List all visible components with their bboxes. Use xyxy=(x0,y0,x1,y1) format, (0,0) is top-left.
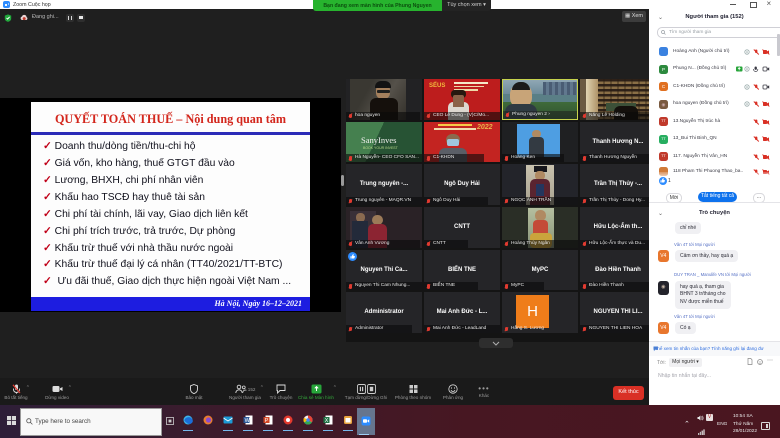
svg-text:P: P xyxy=(265,418,269,424)
svg-text:W: W xyxy=(245,418,251,424)
svg-text:X: X xyxy=(325,418,329,424)
